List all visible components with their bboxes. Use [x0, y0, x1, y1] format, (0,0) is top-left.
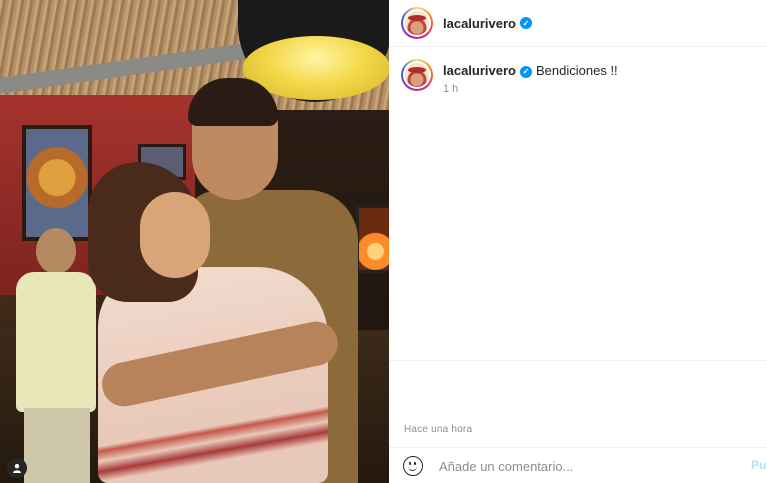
photo-sun-painting: [22, 125, 92, 241]
child-shirt: [16, 272, 96, 412]
actions-divider: [389, 360, 767, 361]
author-avatar[interactable]: [401, 7, 433, 39]
avatar-ring-inner: [403, 61, 431, 89]
user-tag-icon[interactable]: [7, 458, 27, 478]
emoji-eye-left: [409, 462, 411, 465]
caption-timestamp[interactable]: 1 h: [443, 83, 618, 95]
caption-body: lacalurivero ✓ Bendiciones !! 1 h: [443, 59, 618, 95]
user-tag-glyph: [13, 464, 21, 473]
post-timestamp[interactable]: Hace una hora: [404, 424, 472, 435]
man-hair: [188, 78, 278, 126]
photo-woman: [88, 162, 328, 483]
avatar-ring-inner: [403, 9, 431, 37]
photo-child: [14, 228, 96, 483]
caption-avatar[interactable]: [401, 59, 433, 91]
woman-face: [140, 192, 210, 278]
avatar-image: [405, 11, 429, 35]
verified-badge-icon: ✓: [520, 17, 532, 29]
emoji-mouth: [408, 466, 417, 471]
child-head: [36, 228, 76, 274]
post-header: lacalurivero ✓: [389, 0, 767, 47]
post-sidebar: lacalurivero ✓ lacalurivero ✓ Bendiciones …: [389, 0, 767, 483]
emoji-eye-right: [414, 462, 416, 465]
comment-input[interactable]: [437, 457, 731, 475]
caption-line: lacalurivero ✓ Bendiciones !!: [443, 63, 618, 79]
avatar-hat: [408, 67, 426, 73]
child-pants: [24, 408, 90, 483]
instagram-post-view: lacalurivero ✓ lacalurivero ✓ Bendiciones …: [0, 0, 767, 483]
avatar-hat: [408, 15, 426, 21]
post-photo[interactable]: [0, 0, 389, 483]
comment-composer: Pul: [389, 447, 767, 483]
avatar-image: [405, 63, 429, 87]
author-username[interactable]: lacalurivero: [443, 16, 516, 31]
caption-comment: lacalurivero ✓ Bendiciones !! 1 h: [389, 47, 767, 95]
verified-badge-icon: ✓: [520, 65, 532, 78]
caption-text: Bendiciones !!: [536, 63, 618, 78]
photo-fireplace: [356, 205, 389, 273]
emoji-smile-icon[interactable]: [403, 456, 423, 476]
post-comment-button[interactable]: Pul: [751, 458, 767, 472]
caption-username[interactable]: lacalurivero: [443, 63, 516, 78]
